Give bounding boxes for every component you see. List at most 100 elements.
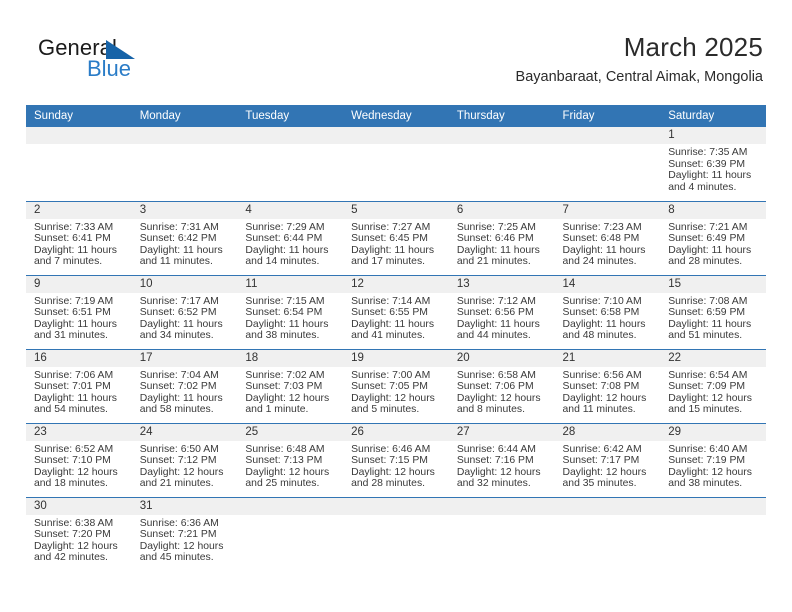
sunset-time: Sunset: 7:06 PM [456,381,534,393]
calendar-day-cell[interactable]: 29 Sunrise: 6:40 AM Sunset: 7:19 PM Dayligh… [660,422,766,497]
logo-text-blue: Blue [87,56,132,81]
calendar-day-cell[interactable]: 14 Sunrise: 7:10 AM Sunset: 6:58 PM Dayligh… [554,274,661,349]
calendar-day-cell[interactable]: 11 Sunrise: 7:15 AM Sunset: 6:54 PM Dayligh… [237,274,344,349]
calendar-day-cell[interactable]: 2 Sunrise: 7:33 AM Sunset: 6:41 PM Daylight… [26,200,132,275]
day-number: 19 [343,349,449,367]
sunset-time: Sunset: 6:44 PM [245,233,323,245]
sunset-time: Sunset: 7:17 PM [562,455,640,467]
calendar-day-cell[interactable]: 16 Sunrise: 7:06 AM Sunset: 7:01 PM Dayligh… [26,348,132,423]
calendar-day-cell[interactable]: 9 Sunrise: 7:19 AM Sunset: 6:51 PM Daylight… [26,274,132,349]
sunset-time: Sunset: 6:39 PM [668,158,746,170]
sunset-time: Sunset: 6:41 PM [34,233,111,245]
page-header: General Blue March 2025 Bayanbaraat, Cen… [0,0,792,100]
day-sun-info: Sunrise: 6:58 AM Sunset: 7:06 PM Daylight:… [449,367,555,416]
calendar-day-cell[interactable]: 3 Sunrise: 7:31 AM Sunset: 6:42 PM Daylight… [131,200,238,275]
day-cell-body: 28 Sunrise: 6:42 AM Sunset: 7:17 PM Dayligh… [554,423,661,497]
day-cell-body [343,497,449,571]
sunrise-time: Sunrise: 6:50 AM [139,443,219,455]
day-sun-info: Sunrise: 6:50 AM Sunset: 7:12 PM Daylight:… [132,441,238,490]
day-cell-body [660,497,766,571]
sunrise-time: Sunrise: 7:23 AM [562,221,642,233]
page-title: March 2025 [623,32,763,62]
daylight-duration-line2: and 45 minutes. [139,552,214,564]
daylight-duration-line2: and 7 minutes. [34,256,103,268]
day-cell-body: 15 Sunrise: 7:08 AM Sunset: 6:59 PM Dayligh… [660,275,766,349]
daylight-duration-line2: and 34 minutes. [139,330,214,342]
calendar-day-cell[interactable]: 12 Sunrise: 7:14 AM Sunset: 6:55 PM Dayligh… [343,274,449,349]
calendar-day-cell [448,127,555,201]
calendar-day-cell [237,496,344,571]
daylight-duration-line2: and 24 minutes. [562,256,637,268]
calendar-day-cell[interactable]: 20 Sunrise: 6:58 AM Sunset: 7:06 PM Dayligh… [448,348,555,423]
calendar-day-cell[interactable]: 6 Sunrise: 7:25 AM Sunset: 6:46 PM Daylight… [448,200,555,275]
sunrise-time: Sunrise: 7:15 AM [245,295,325,307]
day-number: 13 [448,275,555,293]
calendar-day-cell[interactable]: 25 Sunrise: 6:48 AM Sunset: 7:13 PM Dayligh… [237,422,344,497]
calendar-day-cell[interactable]: 17 Sunrise: 7:04 AM Sunset: 7:02 PM Dayligh… [131,348,238,423]
calendar-day-cell[interactable]: 24 Sunrise: 6:50 AM Sunset: 7:12 PM Dayligh… [131,422,238,497]
day-number: 16 [26,349,132,367]
day-sun-info: Sunrise: 7:29 AM Sunset: 6:44 PM Daylight:… [237,219,343,268]
daylight-duration-line1: Daylight: 12 hours [668,392,752,404]
day-number [554,127,661,144]
calendar-day-cell[interactable]: 28 Sunrise: 6:42 AM Sunset: 7:17 PM Dayligh… [554,422,661,497]
sunrise-time: Sunrise: 6:40 AM [668,443,748,455]
day-cell-body: 2 Sunrise: 7:33 AM Sunset: 6:41 PM Daylight… [26,201,132,275]
day-number [448,497,555,515]
sunset-time: Sunset: 7:19 PM [668,455,746,467]
day-cell-body [448,497,555,571]
day-sun-info: Sunrise: 6:40 AM Sunset: 7:19 PM Daylight:… [660,441,766,490]
day-sun-info: Sunrise: 6:36 AM Sunset: 7:21 PM Daylight:… [132,515,238,564]
daylight-duration-line1: Daylight: 11 hours [456,244,540,256]
calendar-day-cell[interactable]: 5 Sunrise: 7:27 AM Sunset: 6:45 PM Daylight… [343,200,449,275]
day-number: 10 [131,275,238,293]
calendar-day-cell[interactable]: 18 Sunrise: 7:02 AM Sunset: 7:03 PM Dayligh… [237,348,344,423]
calendar-day-cell[interactable]: 4 Sunrise: 7:29 AM Sunset: 6:44 PM Daylight… [237,200,344,275]
daylight-duration-line1: Daylight: 11 hours [245,244,329,256]
day-cell-body: 4 Sunrise: 7:29 AM Sunset: 6:44 PM Daylight… [237,201,344,275]
daylight-duration-line1: Daylight: 11 hours [245,318,329,330]
calendar-day-cell[interactable]: 27 Sunrise: 6:44 AM Sunset: 7:16 PM Dayligh… [448,422,555,497]
calendar-day-cell[interactable]: 22 Sunrise: 6:54 AM Sunset: 7:09 PM Dayligh… [660,348,766,423]
sunset-time: Sunset: 6:45 PM [351,233,428,245]
daylight-duration-line1: Daylight: 12 hours [34,540,118,552]
calendar-day-cell[interactable]: 31 Sunrise: 6:36 AM Sunset: 7:21 PM Dayligh… [131,496,238,571]
sunrise-time: Sunrise: 6:46 AM [351,443,431,455]
calendar-day-cell[interactable]: 30 Sunrise: 6:38 AM Sunset: 7:20 PM Dayligh… [26,496,132,571]
day-cell-body: 1 Sunrise: 7:35 AM Sunset: 6:39 PM Daylight… [660,127,766,201]
sunrise-time: Sunrise: 6:58 AM [456,369,536,381]
daylight-duration-line2: and 44 minutes. [456,330,531,342]
calendar-day-cell[interactable]: 8 Sunrise: 7:21 AM Sunset: 6:49 PM Daylight… [660,200,766,275]
calendar-day-cell[interactable]: 23 Sunrise: 6:52 AM Sunset: 7:10 PM Dayligh… [26,422,132,497]
sunset-time: Sunset: 7:01 PM [34,381,111,393]
day-sun-info: Sunrise: 6:46 AM Sunset: 7:15 PM Daylight:… [343,441,449,490]
daylight-duration-line2: and 58 minutes. [139,404,214,416]
daylight-duration-line1: Daylight: 11 hours [562,318,646,330]
daylight-duration-line1: Daylight: 11 hours [351,318,435,330]
day-sun-info: Sunrise: 7:17 AM Sunset: 6:52 PM Daylight:… [132,293,238,342]
day-cell-body: 25 Sunrise: 6:48 AM Sunset: 7:13 PM Dayligh… [237,423,344,497]
calendar-day-cell[interactable]: 13 Sunrise: 7:12 AM Sunset: 6:56 PM Dayligh… [448,274,555,349]
day-cell-body [131,127,238,201]
day-cell-body: 11 Sunrise: 7:15 AM Sunset: 6:54 PM Dayligh… [237,275,344,349]
sunrise-time: Sunrise: 7:21 AM [668,221,748,233]
calendar-day-cell[interactable]: 26 Sunrise: 6:46 AM Sunset: 7:15 PM Dayligh… [343,422,449,497]
day-cell-body: 12 Sunrise: 7:14 AM Sunset: 6:55 PM Dayligh… [343,275,449,349]
sunrise-time: Sunrise: 7:33 AM [34,221,114,233]
sunset-time: Sunset: 7:21 PM [139,529,217,541]
day-cell-body: 24 Sunrise: 6:50 AM Sunset: 7:12 PM Dayligh… [131,423,238,497]
calendar-day-cell[interactable]: 1 Sunrise: 7:35 AM Sunset: 6:39 PM Daylight… [660,127,766,201]
general-blue-logo[interactable]: General Blue [38,36,238,88]
weekday-header-monday: Monday [131,105,238,127]
calendar-day-cell[interactable]: 15 Sunrise: 7:08 AM Sunset: 6:59 PM Dayligh… [660,274,766,349]
sunrise-time: Sunrise: 7:10 AM [562,295,642,307]
calendar-day-cell[interactable]: 10 Sunrise: 7:17 AM Sunset: 6:52 PM Dayligh… [131,274,238,349]
day-number [131,127,238,144]
day-cell-body: 19 Sunrise: 7:00 AM Sunset: 7:05 PM Dayligh… [343,349,449,423]
calendar-day-cell[interactable]: 7 Sunrise: 7:23 AM Sunset: 6:48 PM Daylight… [554,200,661,275]
daylight-duration-line1: Daylight: 11 hours [668,170,752,182]
calendar-day-cell [343,127,449,201]
calendar-day-cell[interactable]: 21 Sunrise: 6:56 AM Sunset: 7:08 PM Dayligh… [554,348,661,423]
calendar-day-cell[interactable]: 19 Sunrise: 7:00 AM Sunset: 7:05 PM Dayligh… [343,348,449,423]
day-number: 24 [131,423,238,441]
